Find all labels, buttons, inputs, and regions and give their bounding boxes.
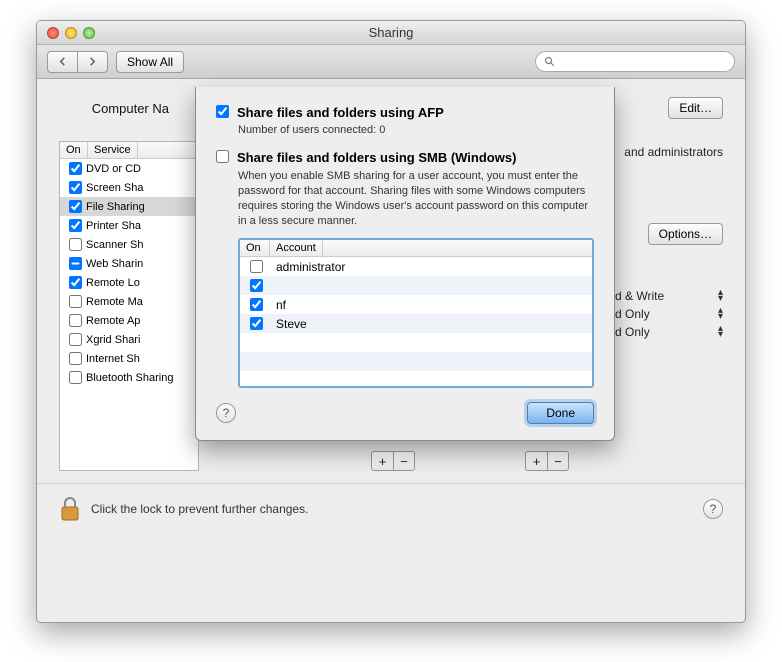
options-sheet: Share files and folders using AFP Number… — [195, 87, 615, 441]
account-checkbox[interactable] — [250, 298, 263, 311]
service-row[interactable]: Internet Sh — [60, 349, 198, 368]
help-button[interactable]: ? — [703, 499, 723, 519]
col-on: On — [60, 142, 88, 158]
lock-text: Click the lock to prevent further change… — [91, 502, 308, 516]
service-row[interactable]: Bluetooth Sharing — [60, 368, 198, 387]
account-checkbox[interactable] — [250, 260, 263, 273]
service-name: Internet Sh — [86, 353, 194, 365]
stepper-icon[interactable]: ▴▾ — [718, 308, 723, 320]
service-name: Web Sharin — [86, 258, 194, 270]
afp-checkbox[interactable] — [216, 105, 229, 118]
smb-label: Share files and folders using SMB (Windo… — [237, 150, 516, 165]
service-name: DVD or CD — [86, 163, 194, 175]
service-checkbox[interactable] — [69, 181, 82, 194]
account-row[interactable] — [240, 276, 592, 295]
remove-folder-button[interactable]: − — [393, 451, 415, 471]
account-row[interactable]: nf — [240, 295, 592, 314]
add-user-button[interactable]: + — [525, 451, 547, 471]
back-button[interactable] — [47, 51, 77, 73]
sheet-help-button[interactable]: ? — [216, 403, 236, 423]
accounts-header: On Account — [240, 240, 592, 257]
afp-label: Share files and folders using AFP — [237, 105, 444, 120]
service-name: Screen Sha — [86, 182, 194, 194]
service-checkbox[interactable] — [69, 162, 82, 175]
options-button[interactable]: Options… — [648, 223, 723, 245]
remove-user-button[interactable]: − — [547, 451, 569, 471]
smb-checkbox[interactable] — [216, 150, 229, 163]
service-name: Remote Ma — [86, 296, 194, 308]
service-checkbox[interactable] — [69, 276, 82, 289]
account-row[interactable] — [240, 333, 592, 352]
col-on: On — [240, 240, 270, 256]
service-row[interactable]: Remote Ap — [60, 311, 198, 330]
service-checkbox[interactable] — [69, 200, 82, 213]
search-input[interactable] — [560, 55, 726, 69]
service-name: Remote Lo — [86, 277, 194, 289]
sharing-prefs-window: Sharing Show All Computer Na Edit… On — [36, 20, 746, 623]
chevron-right-icon — [88, 57, 97, 66]
stepper-icon[interactable]: ▴▾ — [718, 290, 723, 302]
service-checkbox[interactable] — [69, 371, 82, 384]
add-remove-row: + − + − — [217, 451, 723, 471]
service-name: Remote Ap — [86, 315, 194, 327]
service-checkbox[interactable] — [69, 314, 82, 327]
service-row[interactable]: Printer Sha — [60, 216, 198, 235]
lock-row: Click the lock to prevent further change… — [59, 496, 723, 522]
lock-icon[interactable] — [59, 496, 81, 522]
stepper-icon[interactable]: ▴▾ — [718, 326, 723, 338]
service-name: Scanner Sh — [86, 239, 194, 251]
users-connected: Number of users connected: 0 — [238, 124, 594, 136]
col-account: Account — [270, 240, 323, 256]
edit-button[interactable]: Edit… — [668, 97, 723, 119]
window-title: Sharing — [37, 25, 745, 40]
account-name: administrator — [272, 260, 592, 274]
service-checkbox[interactable] — [69, 257, 82, 270]
users-add-remove: + − — [525, 451, 569, 471]
service-checkbox[interactable] — [69, 219, 82, 232]
service-checkbox[interactable] — [69, 295, 82, 308]
service-checkbox[interactable] — [69, 352, 82, 365]
titlebar: Sharing — [37, 21, 745, 45]
services-header: On Service — [60, 142, 198, 159]
folders-add-remove: + − — [371, 451, 415, 471]
show-all-button[interactable]: Show All — [116, 51, 184, 73]
service-row[interactable]: File Sharing — [60, 197, 198, 216]
divider — [37, 483, 745, 484]
account-row[interactable] — [240, 352, 592, 371]
col-service: Service — [88, 142, 138, 158]
service-row[interactable]: Web Sharin — [60, 254, 198, 273]
chevron-left-icon — [58, 57, 67, 66]
services-table[interactable]: On Service DVD or CD Screen Sha File Shari… — [59, 141, 199, 471]
toolbar: Show All — [37, 45, 745, 79]
service-name: Bluetooth Sharing — [86, 372, 194, 384]
done-button[interactable]: Done — [527, 402, 594, 424]
service-checkbox[interactable] — [69, 238, 82, 251]
service-name: Printer Sha — [86, 220, 194, 232]
add-folder-button[interactable]: + — [371, 451, 393, 471]
search-icon — [544, 56, 556, 68]
search-field[interactable] — [535, 51, 735, 72]
service-name: File Sharing — [86, 201, 194, 213]
account-checkbox[interactable] — [250, 279, 263, 292]
account-row[interactable]: Steve — [240, 314, 592, 333]
service-name: Xgrid Shari — [86, 334, 194, 346]
account-name: Steve — [272, 317, 592, 331]
service-row[interactable]: DVD or CD — [60, 159, 198, 178]
computer-name-label: Computer Na — [59, 101, 169, 116]
forward-button[interactable] — [77, 51, 108, 73]
account-row[interactable]: administrator — [240, 257, 592, 276]
nav-seg — [47, 51, 108, 73]
service-row[interactable]: Xgrid Shari — [60, 330, 198, 349]
service-row[interactable]: Remote Lo — [60, 273, 198, 292]
accounts-table[interactable]: On Account administrator nf Steve — [238, 238, 594, 388]
service-row[interactable]: Remote Ma — [60, 292, 198, 311]
service-row[interactable]: Screen Sha — [60, 178, 198, 197]
service-checkbox[interactable] — [69, 333, 82, 346]
service-row[interactable]: Scanner Sh — [60, 235, 198, 254]
account-name: nf — [272, 298, 592, 312]
account-checkbox[interactable] — [250, 317, 263, 330]
smb-note: When you enable SMB sharing for a user a… — [238, 169, 594, 228]
